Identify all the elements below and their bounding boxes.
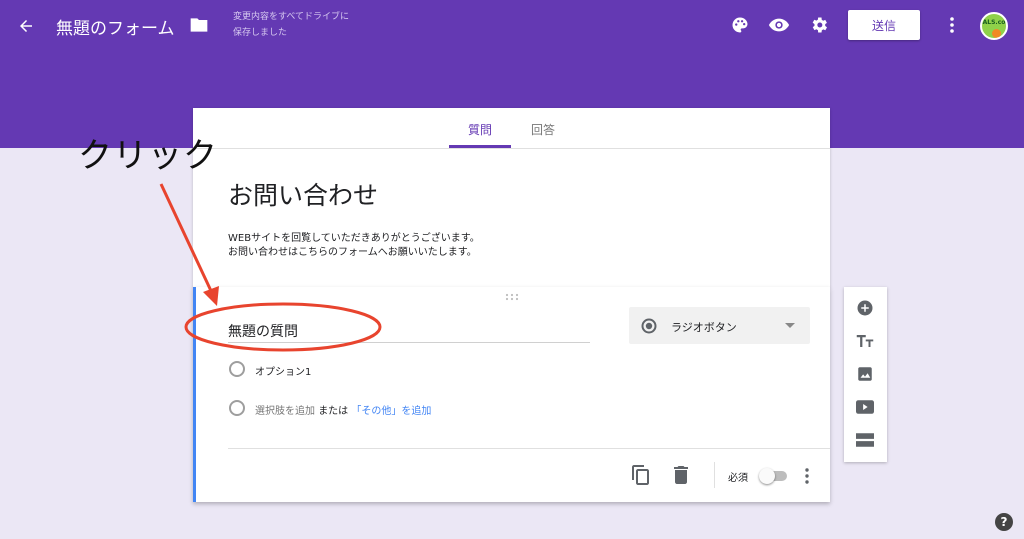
form-header-card: 質問 回答 お問い合わせ WEBサイトを回覧していただきありがとうございます。 … [193,108,830,288]
or-text: または [318,406,349,417]
question-title-underline [228,342,590,343]
footer-divider [228,448,830,449]
tab-bar: 質問 回答 [193,108,830,149]
gear-icon[interactable] [808,14,830,36]
save-status-line1: 変更内容をすべてドライブに [233,12,350,22]
save-status-line2: 保存しました [233,28,288,38]
add-section-icon[interactable] [854,429,876,451]
add-video-icon[interactable] [854,396,876,418]
required-label: 必須 [728,473,748,484]
avatar[interactable]: ALS.co [980,12,1008,40]
back-arrow-icon[interactable] [14,14,38,38]
top-bar: 無題のフォーム 変更内容をすべてドライブに 保存しました 送信 ALS.co [0,0,1024,52]
drag-handle-icon[interactable] [505,293,519,301]
save-status: 変更内容をすべてドライブに 保存しました [233,9,383,41]
question-card[interactable]: 無題の質問 ラジオボタン オプション1 選択肢を追加 または 「その他」を追加 … [193,287,830,502]
palette-icon[interactable] [730,15,750,35]
duplicate-icon[interactable] [630,464,652,486]
side-toolbar [844,287,887,462]
form-heading[interactable]: お問い合わせ [228,176,378,212]
question-more-icon[interactable] [801,465,813,487]
chevron-down-icon [785,323,795,328]
add-option-radio-icon [229,400,245,416]
help-icon[interactable]: ? [995,513,1013,531]
question-type-label: ラジオボタン [671,321,737,334]
annotation-click-label: クリック [78,136,218,176]
tab-responses[interactable]: 回答 [531,121,555,138]
active-tab-indicator [449,145,511,148]
question-type-select[interactable]: ラジオボタン [629,307,810,344]
footer-separator [714,462,715,488]
folder-icon[interactable] [188,15,210,35]
form-description-line2: お問い合わせはこちらのフォームへお願いいたします。 [228,247,477,258]
form-description[interactable]: WEBサイトを回覧していただきありがとうございます。 お問い合わせはこちらのフォ… [228,232,480,260]
more-vert-icon[interactable] [944,14,960,36]
delete-icon[interactable] [671,464,691,486]
toggle-knob [759,468,775,484]
avatar-ball [992,29,1001,38]
radio-button-icon [641,318,657,338]
add-option-row: 選択肢を追加 または 「その他」を追加 [255,402,431,417]
focus-indicator-bar [193,287,196,502]
add-image-icon[interactable] [854,363,876,385]
add-title-icon[interactable] [854,330,876,352]
question-title-input[interactable]: 無題の質問 [228,321,298,341]
avatar-logo-text: ALS.co [982,19,1006,26]
eye-icon[interactable] [768,15,790,35]
form-description-line1: WEBサイトを回覧していただきありがとうございます。 [228,233,480,244]
required-toggle[interactable] [759,468,789,484]
send-button[interactable]: 送信 [848,10,920,40]
add-other-link[interactable]: 「その他」を追加 [351,406,431,417]
add-option-link[interactable]: 選択肢を追加 [255,406,315,417]
form-title[interactable]: 無題のフォーム [56,14,175,39]
option-1-input[interactable]: オプション1 [255,363,311,378]
add-question-icon[interactable] [854,297,876,319]
option-radio-icon [229,361,245,377]
tab-questions[interactable]: 質問 [468,121,492,138]
